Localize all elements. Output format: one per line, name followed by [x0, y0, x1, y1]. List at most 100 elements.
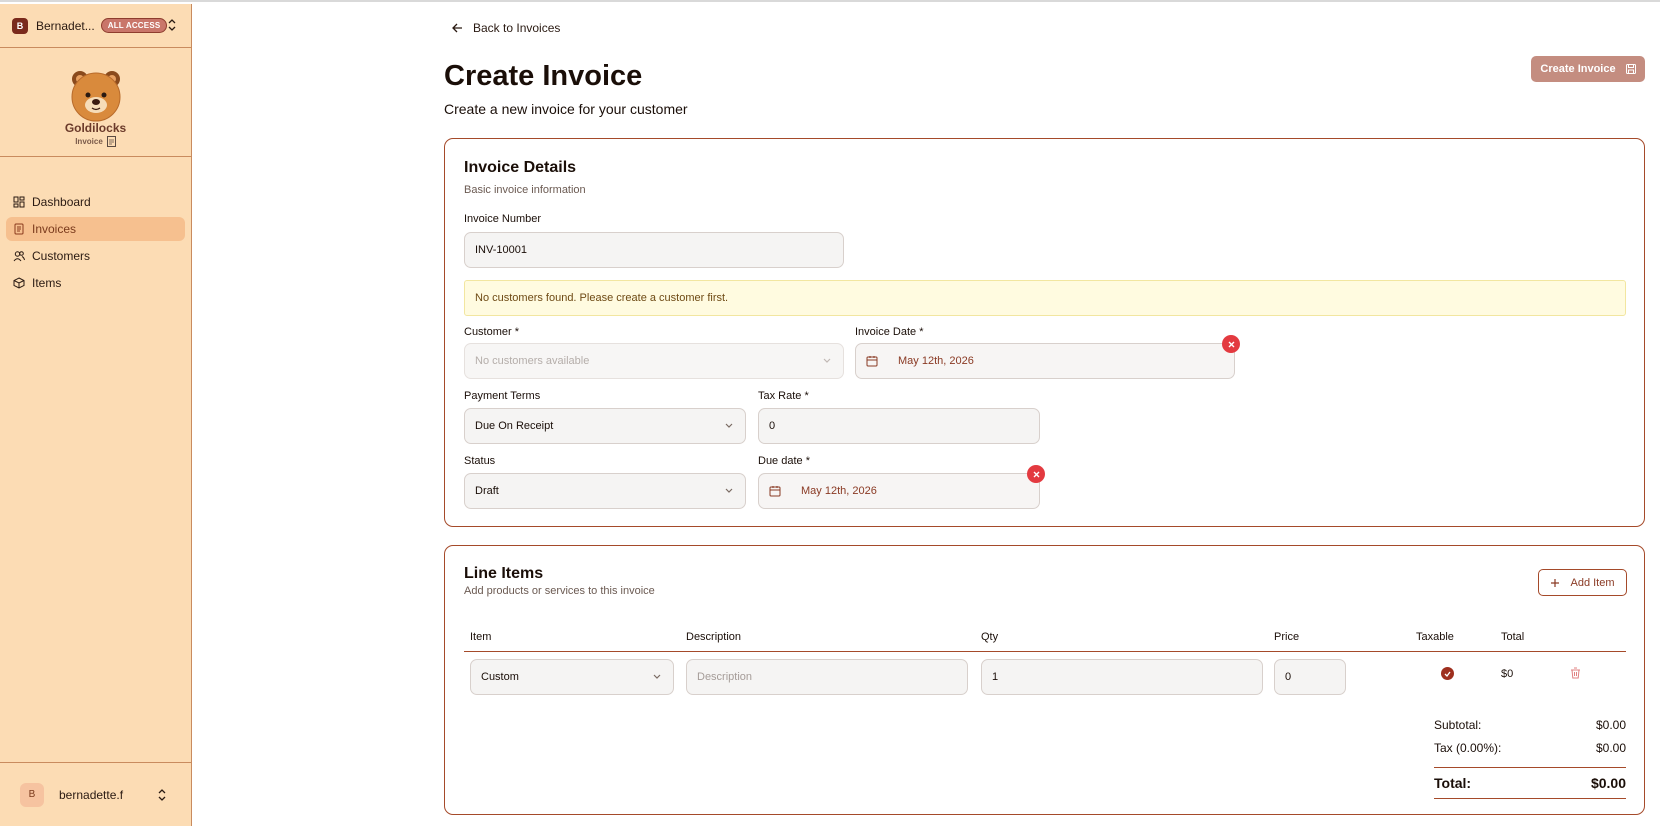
invoice-icon	[14, 223, 24, 235]
column-header-qty: Qty	[981, 631, 999, 643]
column-header-price: Price	[1274, 631, 1300, 643]
due-date-value: May 12th, 2026	[801, 485, 877, 497]
add-item-label: Add Item	[1570, 576, 1615, 589]
sidebar-item-customers[interactable]: Customers	[6, 244, 185, 268]
tax-label: Tax (0.00%):	[1434, 741, 1502, 755]
line-item-description-input[interactable]: Description	[686, 659, 968, 695]
back-link[interactable]: Back to Invoices	[452, 21, 560, 35]
clear-due-date-button[interactable]	[1027, 465, 1045, 483]
close-icon	[1033, 471, 1039, 477]
logo-title: Goldilocks	[64, 121, 127, 135]
calendar-icon	[769, 486, 781, 497]
tax-value: $0.00	[1595, 741, 1626, 755]
invoice-details-title: Invoice Details	[464, 159, 577, 176]
close-icon	[1228, 341, 1234, 347]
users-icon	[13, 251, 25, 262]
sidebar-item-label: Customers	[32, 249, 91, 263]
calendar-icon	[866, 356, 878, 367]
sidebar-item-invoices[interactable]: Invoices	[6, 217, 185, 241]
sidebar-nav: Dashboard Invoices Customers Items	[6, 190, 185, 298]
status-value: Draft	[475, 485, 499, 497]
back-link-label: Back to Invoices	[473, 21, 561, 35]
team-avatar: B	[12, 17, 28, 34]
chevron-down-icon	[823, 358, 831, 363]
payment-terms-select[interactable]: Due On Receipt	[464, 408, 746, 444]
dashboard-icon	[13, 196, 25, 208]
line-item-type-select[interactable]: Custom	[470, 659, 674, 695]
chevron-down-icon	[653, 674, 661, 679]
due-date-picker[interactable]: May 12th, 2026	[758, 473, 1040, 509]
totals-bottom-divider	[1434, 798, 1626, 799]
page-title: Create Invoice	[444, 60, 643, 92]
invoice-date-label: Invoice Date *	[855, 326, 924, 338]
payment-terms-value: Due On Receipt	[475, 420, 554, 432]
chevron-down-icon	[725, 488, 733, 493]
line-item-price-input[interactable]: 0	[1274, 659, 1346, 695]
sidebar-item-label: Dashboard	[32, 195, 91, 209]
tax-rate-value: 0	[769, 420, 776, 432]
document-icon	[106, 136, 116, 147]
arrow-left-icon	[452, 23, 462, 33]
line-items-card: Line Items Add products or services to t…	[444, 545, 1645, 815]
no-customers-alert: No customers found. Please create a cust…	[464, 280, 1626, 316]
bear-logo-icon	[71, 71, 120, 122]
invoice-details-description: Basic invoice information	[464, 184, 586, 196]
line-item-type-value: Custom	[481, 671, 519, 683]
trash-icon[interactable]	[1570, 667, 1581, 679]
line-item-qty-value: 1	[992, 671, 999, 683]
invoice-number-input[interactable]: INV-10001	[464, 232, 844, 268]
app-logo[interactable]: Goldilocks Invoice	[0, 49, 191, 157]
invoice-number-label: Invoice Number	[464, 213, 542, 225]
line-item-description-placeholder: Description	[697, 671, 753, 683]
save-icon	[1625, 64, 1636, 74]
line-items-description: Add products or services to this invoice	[464, 585, 655, 597]
total-value: $0.00	[1590, 775, 1626, 791]
chevrons-up-down-icon	[158, 789, 166, 801]
payment-terms-label: Payment Terms	[464, 390, 541, 402]
sidebar-item-label: Invoices	[32, 222, 77, 236]
team-name: Bernadet...	[36, 18, 95, 33]
taxable-checkbox[interactable]	[1441, 667, 1454, 680]
check-icon	[1444, 671, 1451, 677]
tax-rate-label: Tax Rate *	[758, 390, 809, 402]
due-date-label: Due date *	[758, 455, 810, 467]
create-invoice-label: Create Invoice	[1540, 63, 1616, 75]
logo-subtitle: Invoice	[75, 136, 116, 147]
line-item-qty-input[interactable]: 1	[981, 659, 1263, 695]
column-header-total: Total	[1501, 631, 1525, 643]
totals-divider	[1434, 767, 1626, 768]
add-item-button[interactable]: Add Item	[1538, 569, 1627, 596]
column-header-taxable: Taxable	[1416, 631, 1454, 643]
team-switcher[interactable]: B Bernadet... ALL ACCESS	[0, 4, 191, 48]
access-badge: ALL ACCESS	[100, 18, 168, 33]
package-icon	[13, 277, 25, 289]
line-item-price-value: 0	[1285, 671, 1292, 683]
sidebar: B Bernadet... ALL ACCESS Goldilocks Invo…	[0, 4, 192, 826]
invoice-details-card: Invoice Details Basic invoice informatio…	[444, 138, 1645, 527]
sidebar-item-dashboard[interactable]: Dashboard	[6, 190, 185, 214]
plus-icon	[1551, 578, 1560, 587]
column-header-description: Description	[686, 631, 742, 643]
table-header-divider	[464, 651, 1626, 652]
total-label: Total:	[1434, 775, 1472, 791]
invoice-number-value: INV-10001	[475, 244, 527, 256]
logo-subtitle-text: Invoice	[75, 137, 103, 146]
sidebar-item-items[interactable]: Items	[6, 271, 185, 295]
tax-rate-input[interactable]: 0	[758, 408, 1040, 444]
sidebar-item-label: Items	[32, 276, 62, 290]
page-subtitle: Create a new invoice for your customer	[444, 101, 688, 117]
invoice-date-picker[interactable]: May 12th, 2026	[855, 343, 1235, 379]
status-select[interactable]: Draft	[464, 473, 746, 509]
user-menu[interactable]: B bernadette.f	[0, 762, 191, 826]
subtotal-label: Subtotal:	[1434, 718, 1482, 732]
line-items-title: Line Items	[464, 565, 544, 582]
customer-select[interactable]: No customers available	[464, 343, 844, 379]
create-invoice-button[interactable]: Create Invoice	[1531, 56, 1645, 82]
line-item-total: $0	[1501, 668, 1514, 680]
status-label: Status	[464, 455, 496, 467]
user-name: bernadette.f	[59, 787, 124, 802]
column-header-item: Item	[470, 631, 492, 643]
clear-invoice-date-button[interactable]	[1222, 335, 1240, 353]
customer-label: Customer *	[464, 326, 520, 338]
customer-placeholder: No customers available	[475, 355, 590, 367]
